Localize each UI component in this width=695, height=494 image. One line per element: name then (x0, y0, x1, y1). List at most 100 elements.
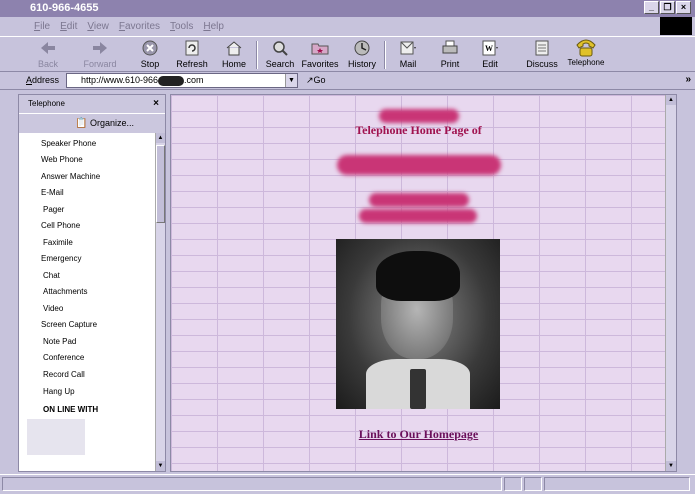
sidebar-scrollbar[interactable]: ▲ ▼ (155, 133, 165, 471)
discuss-icon (533, 39, 551, 57)
throbber-logo (660, 17, 692, 35)
url-text: http://www.610-966 (81, 75, 159, 85)
web-page-content: Telephone Home Page of Link to Our Homep… (170, 94, 677, 472)
discuss-label: Discuss (526, 59, 558, 69)
scroll-down-icon[interactable]: ▼ (156, 461, 165, 471)
refresh-button[interactable]: Refresh (170, 39, 214, 69)
status-cell (504, 477, 522, 491)
caller-info-box (27, 419, 85, 455)
home-label: Home (221, 59, 246, 69)
address-bar: Address http://www.610-966 .com ▼ ↗Go » (0, 72, 695, 90)
favorites-folder-icon (311, 39, 329, 57)
sidebar-header: Telephone × (19, 95, 165, 113)
sidebar-close-button[interactable]: × (153, 95, 159, 113)
restore-button[interactable]: ❐ (660, 1, 675, 14)
redacted-name (337, 155, 501, 175)
portrait-photo (336, 239, 500, 409)
sidebar-item-screen-capture[interactable]: Screen Capture (41, 320, 97, 329)
homepage-link[interactable]: Link to Our Homepage (171, 427, 666, 442)
search-button[interactable]: Search (258, 39, 302, 69)
address-dropdown-icon[interactable]: ▼ (285, 74, 297, 87)
menu-tools[interactable]: Tools (170, 21, 193, 32)
toolbar-more-chevron-icon[interactable]: » (685, 74, 691, 85)
search-icon (271, 39, 289, 57)
mail-label: Mail (399, 59, 417, 69)
menu-help[interactable]: Help (203, 21, 224, 32)
sidebar-item-attachments[interactable]: Attachments (43, 287, 87, 296)
back-arrow-icon (39, 39, 57, 57)
redacted-url-part (158, 75, 185, 86)
mail-button[interactable]: Mail (386, 39, 430, 69)
window-title: 610-966-4655 (30, 2, 99, 14)
scrollbar-thumb[interactable] (156, 145, 165, 223)
back-label: Back (37, 59, 58, 69)
sidebar-item-emergency[interactable]: Emergency (41, 254, 81, 263)
sidebar-item-pager[interactable]: Pager (43, 205, 64, 214)
discuss-button[interactable]: Discuss (520, 39, 564, 69)
go-button[interactable]: ↗Go (306, 75, 326, 86)
stop-button[interactable]: Stop (128, 39, 172, 69)
print-icon (441, 39, 459, 57)
online-with-label: ON LINE WITH (43, 405, 99, 414)
sidebar-item-answer-machine[interactable]: Answer Machine (41, 172, 100, 181)
hair (376, 251, 460, 301)
organize-button[interactable]: 📋 Organize... (19, 113, 165, 133)
home-button[interactable]: Home (212, 39, 256, 69)
menu-file[interactable]: File (34, 21, 50, 32)
sidebar-title: Telephone (28, 99, 65, 108)
history-icon (353, 39, 371, 57)
history-button[interactable]: History (340, 39, 384, 69)
menu-bar: File Edit View Favorites Tools Help (0, 17, 695, 35)
status-bar (0, 474, 695, 494)
address-input[interactable]: http://www.610-966 .com ▼ (66, 73, 298, 88)
favorites-label: Favorites (301, 59, 339, 69)
sidebar-item-hang-up[interactable]: Hang Up (43, 387, 75, 396)
print-button[interactable]: Print (428, 39, 472, 69)
sidebar-item-conference[interactable]: Conference (43, 353, 84, 362)
menu-edit[interactable]: Edit (60, 21, 77, 32)
redacted-text (359, 209, 477, 223)
toolbar: Back Forward Stop Refresh Home Search Fa… (0, 36, 695, 72)
forward-arrow-icon (91, 39, 109, 57)
sidebar-item-video[interactable]: Video (43, 304, 63, 313)
go-arrow-icon: ↗ (306, 75, 314, 85)
close-button[interactable]: × (676, 1, 691, 14)
scroll-up-icon[interactable]: ▲ (156, 133, 165, 143)
stop-icon (141, 39, 159, 57)
mail-icon (399, 39, 417, 57)
menu-favorites[interactable]: Favorites (119, 21, 160, 32)
sidebar-item-cell-phone[interactable]: Cell Phone (41, 221, 80, 230)
edit-button[interactable]: W Edit (468, 39, 512, 69)
title-bar: 610-966-4655 _ ❐ × (0, 0, 695, 17)
sidebar-item-web-phone[interactable]: Web Phone (41, 155, 83, 164)
sidebar-item-note-pad[interactable]: Note Pad (43, 337, 76, 346)
sidebar-item-chat[interactable]: Chat (43, 271, 60, 280)
organize-icon: 📋 (75, 118, 88, 129)
edit-label: Edit (482, 59, 498, 69)
status-text-cell (2, 477, 502, 491)
scroll-up-icon[interactable]: ▲ (666, 95, 676, 105)
telephone-label: Telephone (567, 58, 605, 67)
browser-window: 610-966-4655 _ ❐ × File Edit View Favori… (0, 0, 695, 494)
search-label: Search (265, 59, 295, 69)
telephone-explorer-bar: Telephone × 📋 Organize... Speaker Phone … (18, 94, 166, 472)
sidebar-item-faximile[interactable]: Faximile (43, 238, 73, 247)
svg-text:W: W (485, 44, 493, 53)
redacted-text (369, 193, 469, 207)
telephone-button[interactable]: Telephone (564, 37, 608, 67)
go-label: Go (313, 75, 326, 85)
page-heading: Telephone Home Page of (355, 123, 482, 137)
menu-view[interactable]: View (87, 21, 109, 32)
page-scrollbar[interactable]: ▲ ▼ (665, 95, 676, 471)
history-label: History (347, 59, 376, 69)
back-button[interactable]: Back (26, 39, 70, 69)
forward-button[interactable]: Forward (78, 39, 122, 69)
sidebar-item-record-call[interactable]: Record Call (43, 370, 85, 379)
scroll-down-icon[interactable]: ▼ (666, 461, 676, 471)
sidebar-item-speaker-phone[interactable]: Speaker Phone (41, 139, 96, 148)
minimize-button[interactable]: _ (644, 1, 659, 14)
stop-label: Stop (140, 59, 160, 69)
sidebar-item-email[interactable]: E-Mail (41, 188, 64, 197)
refresh-icon (183, 39, 201, 57)
favorites-button[interactable]: Favorites (298, 39, 342, 69)
